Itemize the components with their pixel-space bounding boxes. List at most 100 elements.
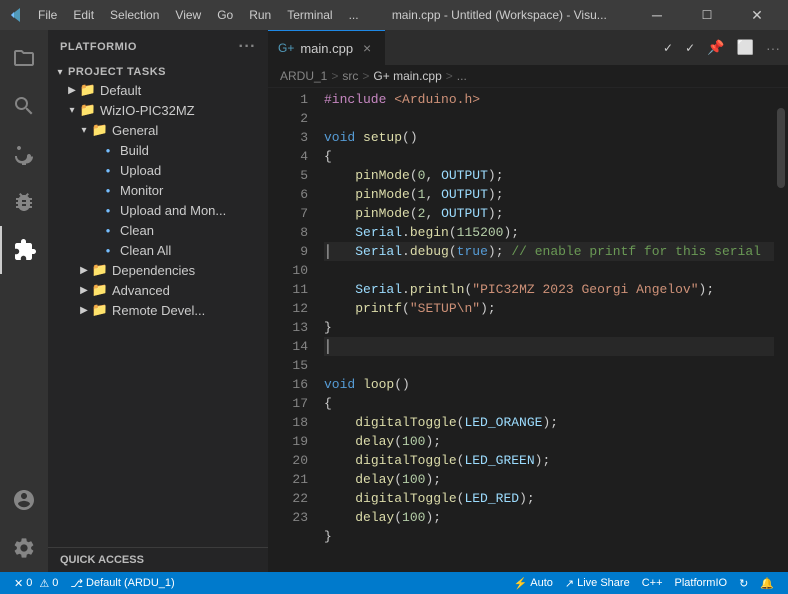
sidebar-item-default[interactable]: ▶ 📁 Default [48,80,268,100]
tab-close-button[interactable]: × [359,40,375,56]
status-errors[interactable]: ✕ 0 ⚠ 0 [8,577,64,590]
menu-file[interactable]: File [32,6,63,24]
project-tasks-label: PROJECT TASKS [68,66,166,78]
check-icon: ✓ [659,39,677,57]
sidebar-options-button[interactable]: ··· [239,38,256,56]
sidebar-item-advanced[interactable]: ▶ 📁 Advanced [48,280,268,300]
status-bar: ✕ 0 ⚠ 0 ⎇ Default (ARDU_1) ⚡ Auto ↗ Live… [0,572,788,594]
dependencies-label: Dependencies [112,263,195,278]
scrollbar[interactable] [774,88,788,572]
project-tasks-section[interactable]: ▾ PROJECT TASKS [48,64,268,80]
error-icon: ✕ [14,577,23,590]
breadcrumb-sep3: > [446,69,453,83]
branch-label: Default (ARDU_1) [86,577,175,589]
sidebar-item-cleanall[interactable]: ● Clean All [48,240,268,260]
monitor-circle-icon: ● [100,182,116,198]
uploadmon-circle-icon: ● [100,202,116,218]
liveshare-icon: ↗ [565,577,574,590]
breadcrumb-src[interactable]: src [342,69,358,83]
status-bell[interactable]: 🔔 [754,577,780,590]
auto-label: Auto [530,577,553,589]
status-auto[interactable]: ⚡ Auto [508,577,559,590]
activity-debug[interactable] [0,178,48,226]
sidebar-item-dependencies[interactable]: ▶ 📁 Dependencies [48,260,268,280]
tab-main-cpp[interactable]: G+ main.cpp × [268,30,385,65]
sidebar-content: ▾ PROJECT TASKS ▶ 📁 Default ▾ 📁 WizIO-PI… [48,64,268,547]
menu-edit[interactable]: Edit [67,6,100,24]
advanced-arrow: ▶ [76,285,92,296]
sidebar-item-uploadmon[interactable]: ● Upload and Mon... [48,200,268,220]
activity-scm[interactable] [0,130,48,178]
menu-more[interactable]: ... [343,6,365,24]
quick-access-label: QUICK ACCESS [60,554,144,566]
breadcrumb-more[interactable]: ... [457,69,467,83]
menu-terminal[interactable]: Terminal [281,6,338,24]
minimize-button[interactable]: ─ [634,0,680,30]
remotedev-folder-icon: 📁 [92,302,108,318]
activity-accounts[interactable] [0,476,48,524]
advanced-label: Advanced [112,283,170,298]
clean-circle-icon: ● [100,222,116,238]
default-label: Default [100,83,141,98]
status-sync[interactable]: ↻ [733,577,754,590]
code-editor: 12345 678910 1112131415 1617181920 21222… [268,88,788,572]
bell-icon: 🔔 [760,577,774,590]
app-icon [8,7,24,23]
window-controls: ─ ☐ ✕ [634,0,780,30]
status-branch[interactable]: ⎇ Default (ARDU_1) [64,577,180,590]
code-content[interactable]: #include <Arduino.h> void setup() { pinM… [316,88,774,572]
git-icon: ⎇ [70,577,83,590]
quick-access-section[interactable]: QUICK ACCESS [48,547,268,572]
platform-label: PlatformIO [675,577,728,589]
pin-icon[interactable]: 📌 [703,37,728,58]
sidebar-item-build[interactable]: ● Build [48,140,268,160]
breadcrumb-file[interactable]: G+ main.cpp [373,69,441,83]
activity-settings[interactable] [0,524,48,572]
activity-files[interactable] [0,34,48,82]
sidebar-item-clean[interactable]: ● Clean [48,220,268,240]
split-editor-icon[interactable]: ⬜ [733,37,758,58]
upload-circle-icon: ● [100,162,116,178]
close-button[interactable]: ✕ [734,0,780,30]
general-label: General [112,123,158,138]
build-circle-icon: ● [100,142,116,158]
build-label: Build [120,143,149,158]
status-language[interactable]: C++ [636,577,669,589]
menu-selection[interactable]: Selection [104,6,165,24]
project-tasks-arrow: ▾ [52,67,68,78]
tab-bar: G+ main.cpp × ✓ ✓ 📌 ⬜ ··· [268,30,788,65]
remotedev-arrow: ▶ [76,305,92,316]
maximize-button[interactable]: ☐ [684,0,730,30]
breadcrumb-sep2: > [362,69,369,83]
menu-run[interactable]: Run [243,6,277,24]
check2-icon: ✓ [681,39,699,57]
status-platform[interactable]: PlatformIO [669,577,734,589]
dependencies-folder-icon: 📁 [92,262,108,278]
default-arrow: ▶ [64,85,80,96]
breadcrumb: ARDU_1 > src > G+ main.cpp > ... [268,65,788,88]
advanced-folder-icon: 📁 [92,282,108,298]
cpp-tab-icon: G+ [278,41,294,55]
activity-search[interactable] [0,82,48,130]
more-actions-icon[interactable]: ··· [762,38,784,58]
wiziopic-label: WizIO-PIC32MZ [100,103,195,118]
sidebar-item-remotedev[interactable]: ▶ 📁 Remote Devel... [48,300,268,320]
dependencies-arrow: ▶ [76,265,92,276]
folder-icon: 📁 [80,82,96,98]
monitor-label: Monitor [120,183,163,198]
clean-label: Clean [120,223,154,238]
sidebar-item-wiziopic32mz[interactable]: ▾ 📁 WizIO-PIC32MZ [48,100,268,120]
sidebar-item-upload[interactable]: ● Upload [48,160,268,180]
cleanall-circle-icon: ● [100,242,116,258]
remotedev-label: Remote Devel... [112,303,205,318]
breadcrumb-sep1: > [331,69,338,83]
menu-view[interactable]: View [169,6,207,24]
uploadmon-label: Upload and Mon... [120,203,226,218]
menu-go[interactable]: Go [211,6,239,24]
sidebar-item-general[interactable]: ▾ 📁 General [48,120,268,140]
activity-bar [0,30,48,572]
sidebar-item-monitor[interactable]: ● Monitor [48,180,268,200]
status-liveshare[interactable]: ↗ Live Share [559,577,636,590]
breadcrumb-ardu[interactable]: ARDU_1 [280,69,327,83]
activity-extensions[interactable] [0,226,48,274]
